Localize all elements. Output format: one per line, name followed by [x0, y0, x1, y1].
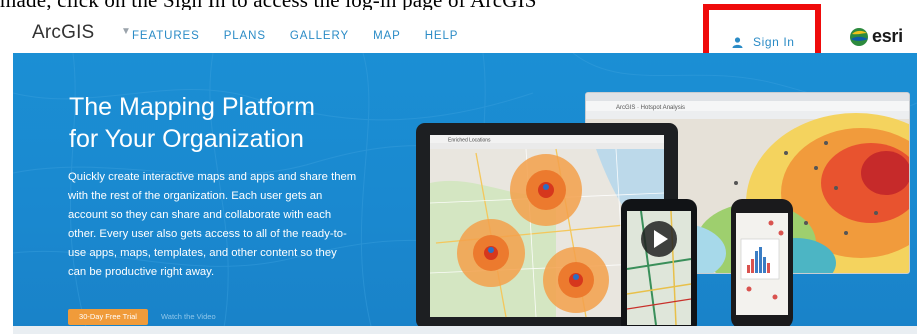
phone-chart-image: [736, 213, 788, 315]
menu-item-gallery[interactable]: GALLERY: [290, 30, 349, 42]
esri-logo[interactable]: esri: [848, 26, 903, 47]
laptop-title: Hotspot Analysis: [641, 105, 685, 111]
hero-title: The Mapping Platform for Your Organizati…: [69, 91, 399, 155]
esri-wordmark: esri: [872, 26, 903, 46]
menu-item-help[interactable]: HELP: [425, 30, 459, 42]
phone-mockup-2: [731, 199, 793, 329]
menu-item-plans[interactable]: PLANS: [224, 30, 266, 42]
chevron-down-icon[interactable]: ▼: [121, 26, 131, 37]
svg-text:ArcGIS · Hotspot Analysis: ArcGIS · Hotspot Analysis: [616, 105, 685, 111]
watch-video-link[interactable]: Watch the Video: [161, 309, 216, 325]
hero-title-line-1: The Mapping Platform: [69, 93, 315, 121]
hero-banner: The Mapping Platform for Your Organizati…: [13, 53, 917, 334]
menu-item-features[interactable]: FEATURES: [132, 30, 200, 42]
phone-map-image: [626, 210, 692, 326]
menu-item-map[interactable]: MAP: [373, 30, 401, 42]
globe-icon: [850, 27, 868, 46]
tablet-title: Enriched Locations: [448, 138, 491, 144]
hero-title-line-2: for Your Organization: [69, 125, 304, 153]
phone-mockup: [621, 199, 697, 334]
hero-bottom-strip: [13, 326, 917, 334]
free-trial-button[interactable]: 30-Day Free Trial: [68, 309, 148, 325]
arcgis-logo[interactable]: ArcGIS: [32, 22, 94, 44]
hero-description: Quickly create interactive maps and apps…: [68, 171, 357, 278]
main-menu: FEATURES PLANS GALLERY MAP HELP: [132, 30, 482, 42]
